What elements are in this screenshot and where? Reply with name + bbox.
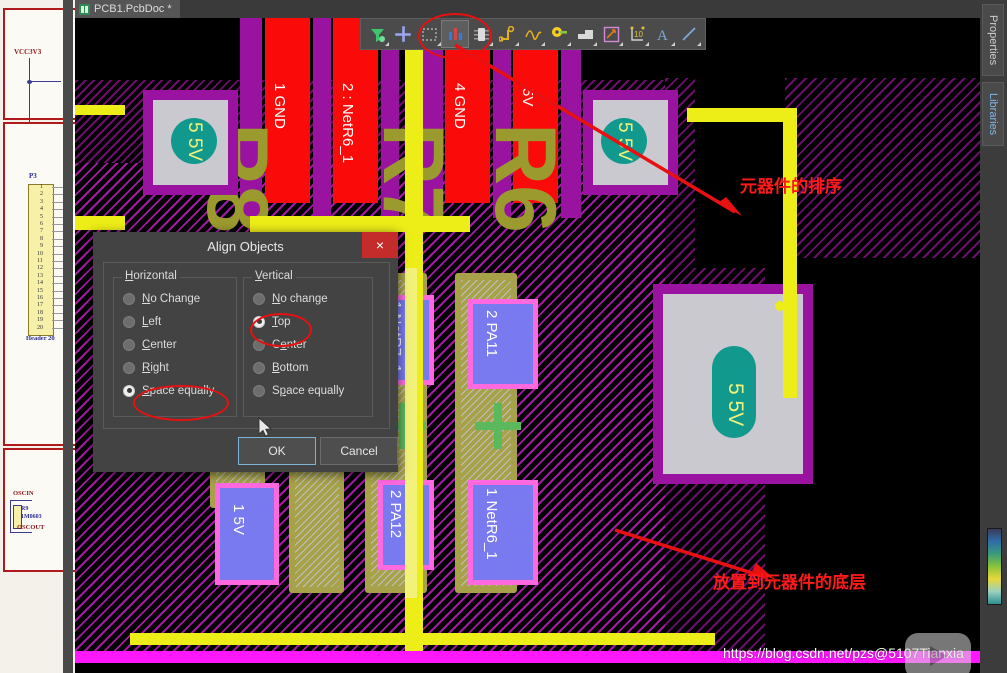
- radio-button[interactable]: [123, 315, 135, 328]
- vertical-group-caption: Vertical: [252, 270, 296, 282]
- radio-button[interactable]: [123, 292, 135, 305]
- vertical-option-bottom[interactable]: Bottom: [244, 356, 372, 379]
- ok-button[interactable]: OK: [238, 437, 316, 465]
- horizontal-group-caption: Horizontal: [122, 270, 180, 282]
- horizontal-options[interactable]: No Change Left Center Right Space equally: [114, 278, 236, 402]
- annotation-text-place-bottom-layer: 放置到元器件的底层: [713, 573, 866, 593]
- cancel-button[interactable]: Cancel: [320, 437, 398, 465]
- horizontal-option-right[interactable]: Right: [114, 356, 236, 379]
- radio-label: No change: [272, 292, 328, 305]
- radio-label: No Change: [142, 292, 201, 305]
- vertical-caption-rest: ertical: [262, 270, 293, 282]
- play-button-watermark: [905, 633, 971, 673]
- layer-color-strip[interactable]: [987, 528, 1002, 605]
- dialog-title: Align Objects: [207, 238, 284, 254]
- vertical-group: Vertical No change Top Center Bottom Space e…: [243, 270, 373, 417]
- horizontal-option-no-change[interactable]: No Change: [114, 287, 236, 310]
- application-window: 1 GND 2 : NetR6_1 4 GND 5V R8 R7 R6 5 5V…: [0, 0, 1007, 673]
- dialog-title-bar: Align Objects ×: [93, 232, 398, 260]
- radio-button[interactable]: [253, 361, 265, 374]
- horizontal-option-center[interactable]: Center: [114, 333, 236, 356]
- mouse-cursor: [258, 416, 273, 437]
- radio-button[interactable]: [123, 361, 135, 374]
- panel-tab-properties[interactable]: Properties: [982, 4, 1004, 76]
- annotation-ellipse-top-option: [250, 313, 312, 347]
- vertical-option-no-change[interactable]: No change: [244, 287, 372, 310]
- horizontal-option-left[interactable]: Left: [114, 310, 236, 333]
- align-objects-dialog[interactable]: Align Objects × Horizontal No Change Left…: [93, 232, 398, 472]
- horizontal-caption-rest: orizontal: [133, 270, 177, 282]
- radio-label: Space equally: [272, 384, 345, 397]
- radio-label: Right: [142, 361, 169, 374]
- radio-button[interactable]: [253, 292, 265, 305]
- radio-label: Bottom: [272, 361, 309, 374]
- radio-button[interactable]: [253, 384, 265, 397]
- vertical-accel: V: [255, 270, 263, 282]
- right-dock-panel: Properties Libraries: [980, 0, 1007, 673]
- annotation-text-component-ordering: 元器件的排序: [740, 177, 842, 197]
- radio-label: Left: [142, 315, 162, 328]
- panel-tab-libraries[interactable]: Libraries: [982, 82, 1004, 146]
- radio-button[interactable]: [123, 384, 135, 397]
- annotation-ellipse-space-equally: [133, 385, 229, 421]
- radio-button[interactable]: [123, 338, 135, 351]
- close-icon[interactable]: ×: [362, 232, 398, 258]
- radio-label: Center: [142, 338, 177, 351]
- vertical-option-space-equally[interactable]: Space equally: [244, 379, 372, 402]
